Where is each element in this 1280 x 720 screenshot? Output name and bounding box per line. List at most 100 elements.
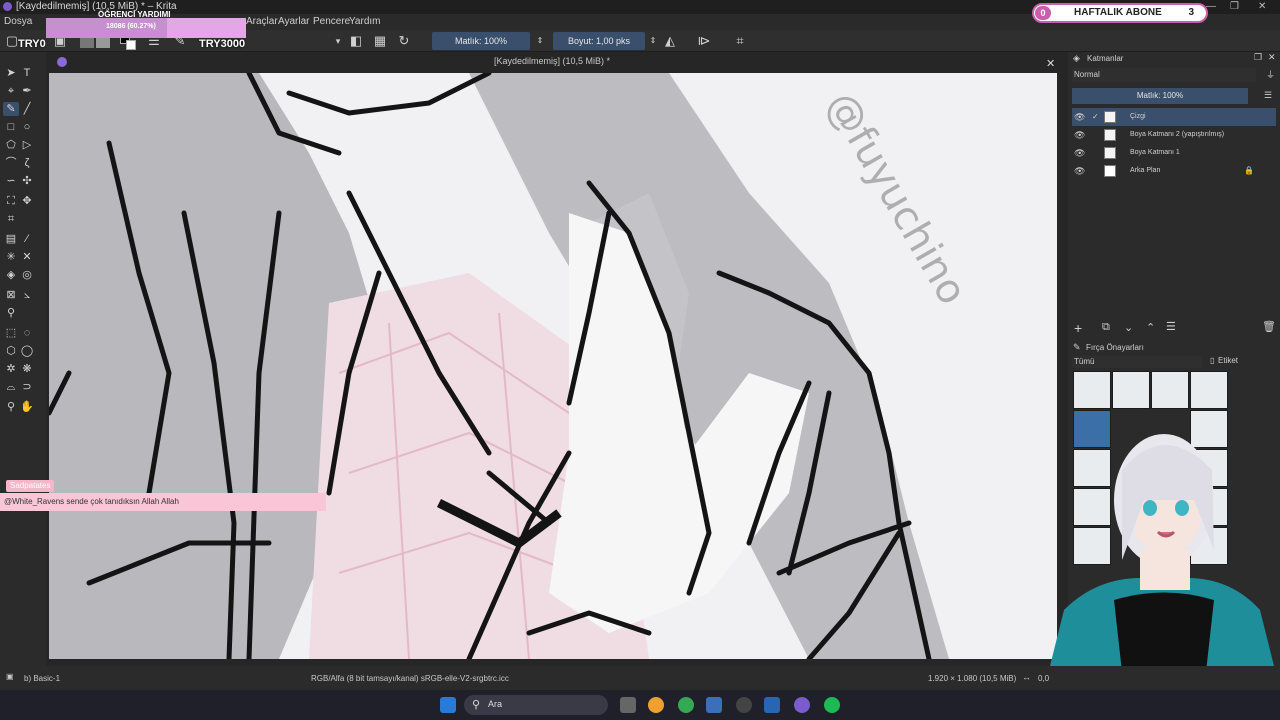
brush-preset[interactable] — [1151, 371, 1189, 409]
menu-settings[interactable]: Ayarlar — [278, 16, 310, 27]
brush-presets-title: Fırça Önayarları — [1086, 343, 1144, 352]
filter-icon[interactable]: ⏚ — [1266, 68, 1275, 81]
layer-opacity-slider[interactable]: Matlık: 100% — [1072, 88, 1248, 104]
zoom-value[interactable]: 0,0 — [1038, 674, 1049, 683]
bucket-icon[interactable]: ◈ — [4, 268, 18, 282]
opacity-spin-icon[interactable]: ⇕ — [532, 33, 548, 49]
background-color[interactable] — [126, 40, 136, 50]
layer-row[interactable]: 👁 Boya Katmanı 2 (yapıştırılmış) — [1072, 126, 1276, 144]
size-spin-icon[interactable]: ⇕ — [645, 33, 661, 49]
edit-shapes-icon[interactable]: ⌖ — [4, 84, 18, 98]
mirror-vertical-icon[interactable]: ⧐ — [696, 33, 712, 49]
reload-preset-icon[interactable]: ↻ — [396, 33, 412, 49]
color-picker-icon[interactable]: ⁄ — [20, 232, 34, 246]
polyline-tool-icon[interactable]: ▷ — [20, 138, 34, 152]
menu-help[interactable]: Yardım — [349, 16, 381, 27]
text-tool-icon[interactable]: T — [20, 66, 34, 80]
obs-icon[interactable] — [736, 697, 752, 713]
bezier-select-icon[interactable]: ⌓ — [4, 380, 18, 394]
menu-tools[interactable]: Araçlar — [246, 16, 278, 27]
maximize-icon[interactable]: ❐ — [1230, 1, 1239, 12]
dynamic-brush-icon[interactable]: ∽ — [4, 174, 18, 188]
taskbar-search-box[interactable]: ⚲ Ara — [464, 695, 608, 715]
layer-menu-icon[interactable]: ☰ — [1264, 90, 1272, 101]
pan-tool-icon[interactable]: ✋ — [20, 400, 34, 414]
brush-filter-select[interactable]: Tümü — [1072, 356, 1202, 368]
layer-properties-icon[interactable]: ☰ — [1166, 320, 1176, 333]
contiguous-select-icon[interactable]: ✲ — [4, 362, 18, 376]
chevron-down-icon[interactable]: ▾ — [330, 33, 346, 49]
windows-start-icon[interactable] — [440, 697, 456, 713]
brush-preset[interactable] — [1073, 371, 1111, 409]
blend-mode-select[interactable]: Normal — [1072, 68, 1256, 82]
mirror-horizontal-icon[interactable]: ◭ — [662, 33, 678, 49]
layer-name: Boya Katmanı 1 — [1130, 149, 1180, 156]
layer-row[interactable]: 👁 Boya Katmanı 1 — [1072, 144, 1276, 162]
polygon-select-icon[interactable]: ⬡ — [4, 344, 18, 358]
freehand-path-icon[interactable]: ζ — [20, 156, 34, 170]
add-layer-icon[interactable]: + — [1074, 320, 1082, 336]
delete-layer-icon[interactable]: 🗑 — [1262, 320, 1276, 333]
freehand-select-icon[interactable]: ◯ — [20, 344, 34, 358]
chat-username: Sadpatates — [6, 480, 55, 492]
rect-select-icon[interactable]: ⬚ — [4, 326, 18, 340]
transform-tool-icon[interactable]: ⛶ — [4, 194, 18, 208]
zoom-tool-icon[interactable]: ⚲ — [4, 400, 18, 414]
app-icon[interactable] — [648, 697, 664, 713]
ellipse-select-icon[interactable]: ◌ — [20, 326, 34, 340]
float-panel-icon[interactable]: ❐ — [1254, 52, 1262, 63]
magnetic-select-icon[interactable]: ⊃ — [20, 380, 34, 394]
duplicate-layer-icon[interactable]: ⧉ — [1102, 321, 1110, 334]
layer-row[interactable]: 👁 ✓ Çizgi — [1072, 108, 1276, 126]
measure-tool-icon[interactable]: ⦣ — [20, 288, 34, 302]
close-panel-icon[interactable]: ✕ — [1268, 52, 1276, 63]
ellipse-tool-icon[interactable]: ○ — [20, 120, 34, 134]
multibrush-icon[interactable]: ✣ — [20, 174, 34, 188]
calligraphy-icon[interactable]: ✒ — [20, 84, 34, 98]
bezier-tool-icon[interactable]: ⌒ — [4, 156, 18, 170]
menu-file[interactable]: Dosya — [4, 16, 32, 27]
move-layer-up-icon[interactable]: ⌃ — [1146, 321, 1155, 334]
drawing-canvas[interactable]: @fuyuchino — [49, 73, 1057, 659]
lock-icon[interactable]: 🔒 — [1244, 162, 1254, 180]
brush-preset[interactable] — [1190, 371, 1228, 409]
visibility-icon[interactable]: 👁 — [1074, 108, 1085, 126]
tag-label[interactable]: Etiket — [1218, 356, 1238, 365]
crop-icon[interactable]: ⌗ — [732, 33, 748, 49]
line-tool-icon[interactable]: ╱ — [20, 102, 34, 116]
gradient-tool-icon[interactable]: ▤ — [4, 232, 18, 246]
visibility-icon[interactable]: 👁 — [1074, 144, 1085, 162]
layer-row[interactable]: 👁 Arka Plan 🔒 — [1072, 162, 1276, 180]
visibility-icon[interactable]: 👁 — [1074, 162, 1085, 180]
close-document-icon[interactable]: ✕ — [1046, 57, 1055, 70]
rotation-icon[interactable]: ↔ — [1022, 672, 1031, 682]
move-tool-icon[interactable]: ✥ — [20, 194, 34, 208]
size-slider[interactable]: Boyut: 1,00 pks — [553, 32, 645, 50]
task-view-icon[interactable] — [620, 697, 636, 713]
spotify-icon[interactable] — [824, 697, 840, 713]
assistant-tool-icon[interactable]: ⊠ — [4, 288, 18, 302]
brush-preset[interactable] — [1112, 371, 1150, 409]
visibility-icon[interactable]: 👁 — [1074, 126, 1085, 144]
vtube-studio-icon[interactable] — [764, 697, 780, 713]
enclose-fill-icon[interactable]: ◎ — [20, 268, 34, 282]
smart-patch-icon[interactable]: ✳ — [4, 250, 18, 264]
freehand-brush-icon[interactable]: ✎ — [3, 102, 19, 116]
opacity-slider[interactable]: Matlık: 100% — [432, 32, 530, 50]
similar-select-icon[interactable]: ❋ — [20, 362, 34, 376]
eraser-icon[interactable]: ◧ — [348, 33, 364, 49]
chrome-icon[interactable] — [678, 697, 694, 713]
krita-icon[interactable] — [794, 697, 810, 713]
move-layer-down-icon[interactable]: ⌄ — [1124, 321, 1133, 334]
select-shapes-icon[interactable]: ➤ — [4, 66, 18, 80]
close-window-icon[interactable]: ✕ — [1258, 1, 1266, 12]
app-icon[interactable] — [706, 697, 722, 713]
rectangle-tool-icon[interactable]: □ — [4, 120, 18, 134]
alpha-lock-icon[interactable]: ▦ — [372, 33, 388, 49]
reference-tool-icon[interactable]: ⚲ — [4, 306, 18, 320]
goal-min-label: TRY0 — [18, 38, 46, 50]
menu-window[interactable]: Pencere — [313, 16, 350, 27]
crop-tool-icon[interactable]: ⌗ — [4, 212, 18, 226]
polygon-tool-icon[interactable]: ⬠ — [4, 138, 18, 152]
fill-tool-icon[interactable]: ✕ — [20, 250, 34, 264]
